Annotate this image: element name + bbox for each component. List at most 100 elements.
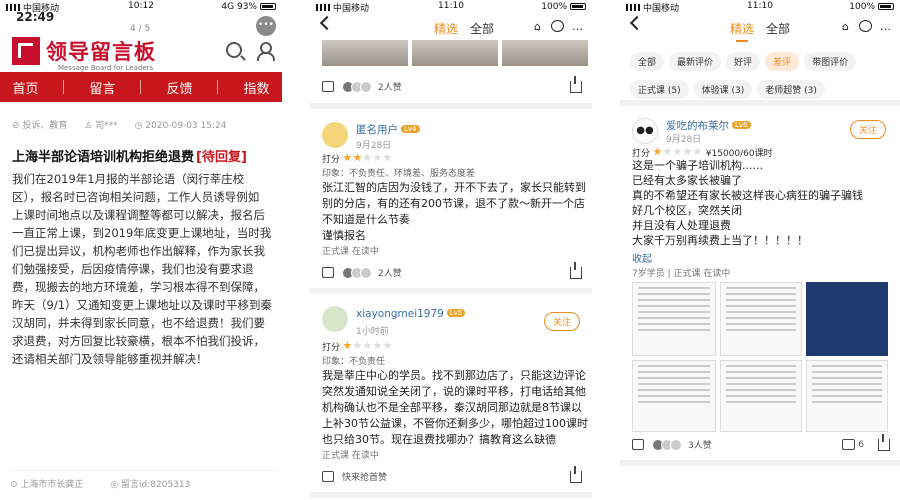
signal-icon — [626, 3, 640, 11]
battery-label: 100% — [541, 2, 567, 12]
post-meta: ⊘ 投诉、教育 ♙ 司*** ◷ 2020-09-03 15:24 — [12, 118, 226, 131]
filter-chip[interactable]: 全部 — [630, 52, 665, 71]
post-date: 2020-09-03 15:24 — [145, 121, 227, 131]
impression-text: 印象：不负责任、环境差、服务态度差 — [322, 169, 476, 179]
message-icon[interactable] — [859, 20, 872, 32]
user-icon[interactable] — [256, 42, 275, 61]
battery-label: 93% — [236, 2, 257, 12]
reviewer-name-text[interactable]: 匿名用户 — [356, 124, 398, 136]
filter-chip[interactable]: 最新评价 — [669, 52, 722, 71]
avatar[interactable]: ●● — [632, 118, 658, 144]
review-line: 别的分店，有的还有200节课，退不了款～新开一个店 — [322, 197, 585, 210]
reviewer-name[interactable]: xiayongmei1979 Lv5 — [356, 308, 466, 320]
attached-screenshot[interactable] — [632, 282, 716, 356]
filter-chip[interactable]: 好评 — [726, 52, 761, 71]
attached-screenshot[interactable] — [720, 282, 802, 356]
review-line: 不知道是什么节奏 — [322, 213, 410, 226]
review-date: 1小时前 — [356, 327, 389, 337]
nav-feedback[interactable]: 反馈 — [166, 78, 192, 97]
liker-avatars — [342, 266, 372, 279]
section-divider — [620, 460, 900, 466]
tab-featured[interactable]: 精选 — [730, 20, 754, 42]
follow-button[interactable]: 关注 — [543, 312, 580, 331]
course-meta: 7岁学员 | 正式课 在读中 — [632, 269, 731, 279]
post-footer: ⊙ 上海市市长龚正 ◎ 留言id:8205313 — [10, 470, 276, 490]
nav-divider — [140, 80, 142, 94]
attached-screenshot[interactable] — [806, 360, 888, 432]
reviewer-name-text[interactable]: xiayongmei1979 — [356, 308, 444, 320]
more-options-button[interactable]: ••• — [256, 16, 276, 36]
collapse-link[interactable]: 收起 — [632, 250, 652, 265]
gift-icon[interactable]: ⌂ — [531, 20, 544, 33]
impression-text: 印象：不负责任 — [322, 357, 386, 367]
share-icon[interactable] — [570, 465, 582, 483]
filter-chip[interactable]: 带图评价 — [804, 52, 857, 71]
review-line: 我是莘庄中心的学员。找不到那边店了，只能这边评论 — [322, 369, 586, 382]
thumb-up-icon[interactable] — [322, 267, 334, 278]
author-icon: ♙ 司*** — [84, 121, 118, 131]
attached-screenshot[interactable] — [720, 360, 802, 432]
review-images[interactable] — [322, 40, 588, 66]
reviewer-name[interactable]: 爱吃的布莱尔 Lv6 — [666, 118, 751, 133]
filter-chip[interactable]: 正式课 (5) — [630, 80, 689, 99]
thumb-up-icon[interactable] — [632, 439, 644, 450]
nav-home[interactable]: 首页 — [12, 78, 38, 97]
post-category: 投诉、教育 — [22, 121, 68, 131]
nav-index[interactable]: 指数 — [243, 78, 269, 97]
comment-button[interactable]: 6 — [842, 439, 864, 450]
filter-chip[interactable]: 体验课 (3) — [693, 80, 753, 99]
tab-featured[interactable]: 精选 — [434, 20, 458, 42]
tab-all[interactable]: 全部 — [766, 20, 790, 37]
attached-screenshot[interactable] — [806, 282, 888, 356]
ellipsis-icon[interactable]: … — [571, 20, 584, 33]
star-icon — [373, 341, 382, 350]
nav-messages[interactable]: 留言 — [89, 78, 115, 97]
filter-chip-active[interactable]: 差评 — [765, 52, 800, 71]
thumb-up-icon[interactable] — [322, 81, 334, 92]
rating-label: 打分 — [322, 343, 341, 353]
comment-icon[interactable] — [842, 439, 856, 450]
avatar[interactable] — [322, 122, 348, 148]
gift-icon[interactable]: ⌂ — [839, 20, 852, 33]
battery-icon — [260, 3, 276, 10]
review-date: 9月28日 — [666, 135, 702, 145]
reviewer-name[interactable]: 匿名用户 Lv4 — [356, 122, 420, 137]
page-indicator: 4 / 5 — [130, 24, 151, 34]
thumb-up-icon[interactable] — [322, 471, 334, 482]
star-icon — [363, 341, 372, 350]
review-image[interactable] — [412, 40, 498, 66]
body-line: 一直正常上课，到2019年底变更上课地址，当时我 — [12, 226, 272, 240]
attached-screenshot[interactable] — [632, 360, 716, 432]
back-arrow-icon[interactable] — [319, 15, 335, 31]
review-actions: 2人赞 — [322, 261, 582, 279]
first-like-prompt[interactable]: 快来抢首赞 — [342, 470, 387, 483]
site-logo[interactable]: 领导留言板 Message Board for Leaders — [12, 36, 156, 72]
follow-button[interactable]: 关注 — [849, 120, 886, 139]
review-line: 已经有太多家长被骗了 — [632, 174, 742, 187]
message-icon[interactable] — [551, 20, 564, 32]
search-icon[interactable] — [226, 42, 242, 58]
status-time: 10:12 — [128, 1, 154, 11]
body-line: 汉胡同，并未得到家长同意，也不给退费！我们要 — [12, 316, 265, 330]
review-actions: 3人赞 6 — [632, 433, 890, 451]
share-icon[interactable] — [878, 433, 890, 451]
back-arrow-icon[interactable] — [629, 15, 645, 31]
logo-subtitle: Message Board for Leaders — [58, 64, 154, 72]
review-image[interactable] — [502, 40, 588, 66]
logo-title: 领导留言板 — [46, 39, 156, 64]
star-icon — [373, 153, 382, 162]
avatar[interactable] — [322, 306, 348, 332]
share-icon[interactable] — [570, 75, 582, 93]
review-line: 也只给30节。现在退费找哪办？搞教育这么缺德 — [322, 433, 556, 446]
top-nav: 精选 全部 ⌂ … — [620, 14, 900, 42]
filter-chip[interactable]: 老师超赞 (3) — [757, 80, 825, 99]
battery-label: 100% — [849, 2, 875, 12]
location-icon: ⊙ 上海市市长龚正 — [10, 480, 84, 490]
review-line: 谨慎报名 — [322, 229, 366, 242]
carrier-label: 中国移动 — [333, 3, 370, 14]
share-icon[interactable] — [570, 261, 582, 279]
tab-all[interactable]: 全部 — [470, 20, 494, 37]
ellipsis-icon[interactable]: … — [879, 20, 892, 33]
review-image[interactable] — [322, 40, 408, 66]
reviewer-name-text[interactable]: 爱吃的布莱尔 — [666, 120, 729, 132]
